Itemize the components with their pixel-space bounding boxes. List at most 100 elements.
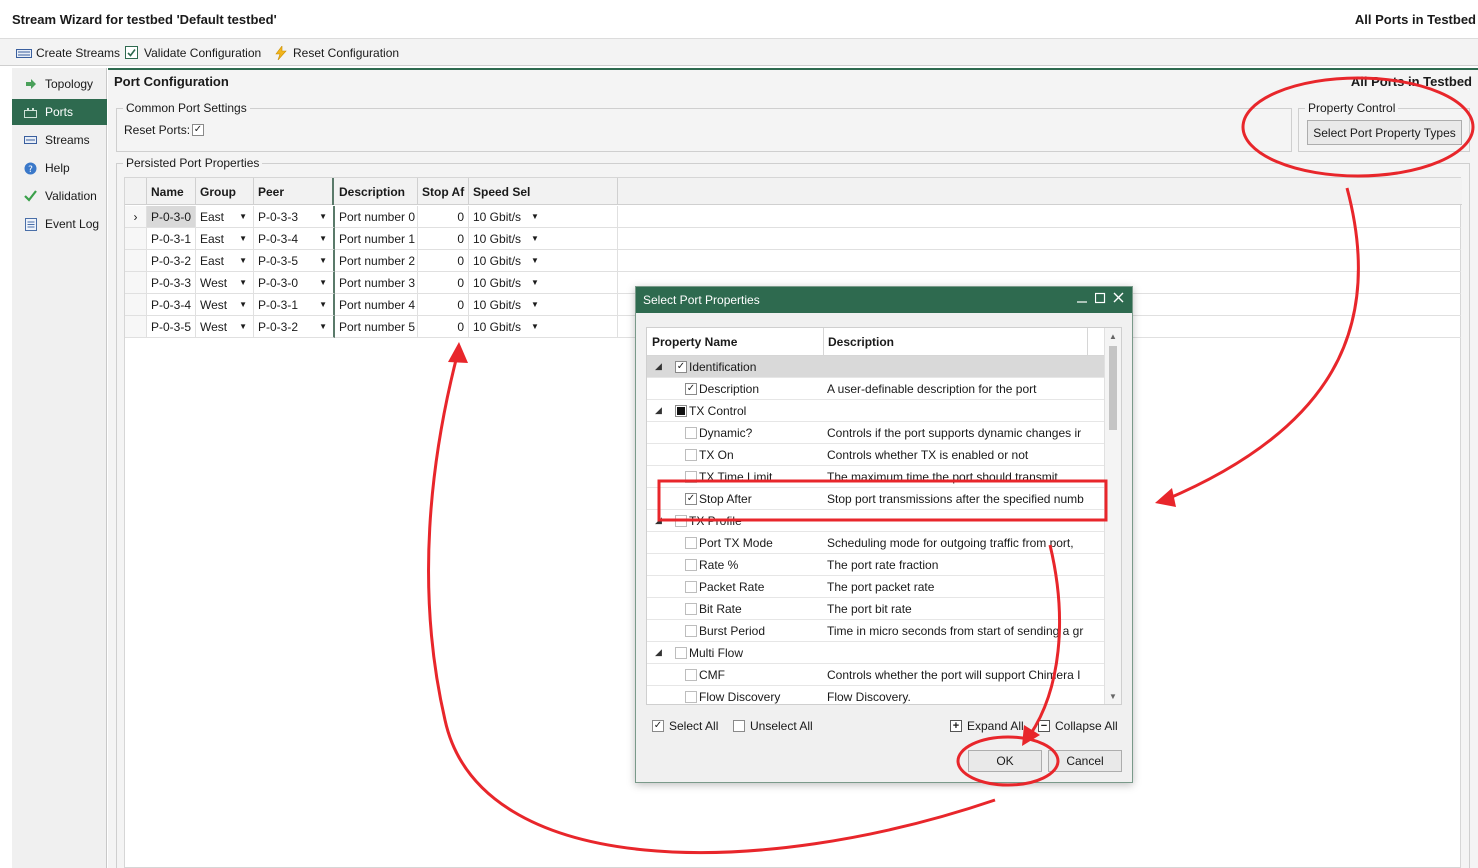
property-checkbox[interactable] xyxy=(685,449,697,461)
table-cell-peer[interactable]: P-0-3-4 ▼ xyxy=(254,228,335,250)
column-header-description[interactable]: Description xyxy=(335,178,418,205)
collapse-arrow-icon[interactable]: ◢ xyxy=(655,515,662,526)
table-cell-description[interactable]: Port number 5 xyxy=(335,316,418,338)
table-cell-name[interactable]: P-0-3-2 xyxy=(147,250,196,272)
table-cell-stop-after[interactable]: 0 xyxy=(418,272,469,294)
select-all-control[interactable]: Select All xyxy=(652,719,718,733)
collapse-arrow-icon[interactable]: ◢ xyxy=(655,361,662,372)
table-cell-stop-after[interactable]: 0 xyxy=(418,228,469,250)
tree-row[interactable]: ◢ Identification xyxy=(647,356,1105,378)
sidebar-item-help[interactable]: ? Help xyxy=(12,155,107,181)
column-header-property-name[interactable]: Property Name xyxy=(652,335,737,349)
tree-row[interactable]: Stop After Stop port transmissions after … xyxy=(647,488,1105,510)
table-cell-peer[interactable]: P-0-3-3 ▼ xyxy=(254,206,335,228)
column-header-name[interactable]: Name xyxy=(147,178,196,205)
property-checkbox[interactable] xyxy=(685,559,697,571)
unselect-all-checkbox[interactable] xyxy=(733,720,745,732)
close-icon[interactable] xyxy=(1113,292,1124,307)
column-header-speed-sel[interactable]: Speed Sel xyxy=(469,178,618,205)
cancel-button[interactable]: Cancel xyxy=(1048,750,1122,772)
table-cell-peer[interactable]: P-0-3-0 ▼ xyxy=(254,272,335,294)
property-checkbox[interactable] xyxy=(675,647,687,659)
table-cell-name[interactable]: P-0-3-5 xyxy=(147,316,196,338)
row-header[interactable] xyxy=(125,250,147,272)
table-cell-speed[interactable]: 10 Gbit/s ▼ xyxy=(469,206,618,228)
table-cell-peer[interactable]: P-0-3-5 ▼ xyxy=(254,250,335,272)
table-cell-speed[interactable]: 10 Gbit/s ▼ xyxy=(469,316,618,338)
sidebar-item-topology[interactable]: Topology xyxy=(12,71,107,97)
dropdown-arrow-icon[interactable]: ▼ xyxy=(319,278,327,287)
tree-row[interactable]: ◢ TX Control xyxy=(647,400,1105,422)
row-header[interactable] xyxy=(125,294,147,316)
unselect-all-control[interactable]: Unselect All xyxy=(733,719,813,733)
property-checkbox[interactable] xyxy=(685,383,697,395)
tree-row[interactable]: Port TX Mode Scheduling mode for outgoing… xyxy=(647,532,1105,554)
minimize-icon[interactable] xyxy=(1077,292,1087,307)
table-cell-group[interactable]: East ▼ xyxy=(196,250,254,272)
property-checkbox[interactable] xyxy=(685,493,697,505)
collapse-arrow-icon[interactable]: ◢ xyxy=(655,405,662,416)
table-cell-description[interactable]: Port number 2 xyxy=(335,250,418,272)
table-cell-group[interactable]: East ▼ xyxy=(196,228,254,250)
property-checkbox[interactable] xyxy=(675,405,687,417)
table-cell-speed[interactable]: 10 Gbit/s ▼ xyxy=(469,228,618,250)
dropdown-arrow-icon[interactable]: ▼ xyxy=(239,234,247,243)
column-header-description[interactable]: Description xyxy=(828,335,894,349)
tree-row[interactable]: TX Time Limit The maximum time the port s… xyxy=(647,466,1105,488)
dropdown-arrow-icon[interactable]: ▼ xyxy=(319,234,327,243)
tree-row[interactable]: Bit Rate The port bit rate xyxy=(647,598,1105,620)
table-cell-speed[interactable]: 10 Gbit/s ▼ xyxy=(469,250,618,272)
dropdown-arrow-icon[interactable]: ▼ xyxy=(531,234,539,243)
tree-row[interactable]: Rate % The port rate fraction xyxy=(647,554,1105,576)
table-cell-description[interactable]: Port number 4 xyxy=(335,294,418,316)
column-header-stop-after[interactable]: Stop Af xyxy=(418,178,469,205)
table-cell-group[interactable]: West ▼ xyxy=(196,316,254,338)
tree-row[interactable]: Flow Discovery Flow Discovery. xyxy=(647,686,1105,704)
table-cell-description[interactable]: Port number 3 xyxy=(335,272,418,294)
table-cell-description[interactable]: Port number 0 xyxy=(335,206,418,228)
sidebar-item-validation[interactable]: Validation xyxy=(12,183,107,209)
table-cell-stop-after[interactable]: 0 xyxy=(418,206,469,228)
select-all-checkbox[interactable] xyxy=(652,720,664,732)
property-checkbox[interactable] xyxy=(685,471,697,483)
tree-row[interactable]: Packet Rate The port packet rate xyxy=(647,576,1105,598)
reset-ports-checkbox[interactable] xyxy=(192,124,204,136)
tree-row[interactable]: Burst Period Time in micro seconds from s… xyxy=(647,620,1105,642)
tree-row[interactable]: TX On Controls whether TX is enabled or n… xyxy=(647,444,1105,466)
dropdown-arrow-icon[interactable]: ▼ xyxy=(319,256,327,265)
scroll-down-icon[interactable]: ▼ xyxy=(1109,692,1117,701)
property-checkbox[interactable] xyxy=(685,669,697,681)
sidebar-item-ports[interactable]: Ports xyxy=(12,99,107,125)
dropdown-arrow-icon[interactable]: ▼ xyxy=(531,278,539,287)
sidebar-item-streams[interactable]: Streams xyxy=(12,127,107,153)
dropdown-arrow-icon[interactable]: ▼ xyxy=(239,322,247,331)
tree-row[interactable]: ◢ Multi Flow xyxy=(647,642,1105,664)
create-streams-button[interactable]: Create Streams xyxy=(16,44,120,62)
tree-scrollbar[interactable]: ▲ ▼ xyxy=(1104,328,1121,704)
dropdown-arrow-icon[interactable]: ▼ xyxy=(239,300,247,309)
property-checkbox[interactable] xyxy=(685,537,697,549)
dropdown-arrow-icon[interactable]: ▼ xyxy=(531,212,539,221)
dropdown-arrow-icon[interactable]: ▼ xyxy=(531,300,539,309)
column-header-peer[interactable]: Peer xyxy=(254,178,334,205)
expand-all-button[interactable]: + Expand All xyxy=(950,719,1024,733)
maximize-icon[interactable] xyxy=(1094,292,1106,307)
tree-row[interactable]: Description A user-definable description … xyxy=(647,378,1105,400)
tree-row[interactable]: ◢ TX Profile xyxy=(647,510,1105,532)
tree-row[interactable]: Dynamic? Controls if the port supports dy… xyxy=(647,422,1105,444)
validate-configuration-button[interactable]: Validate Configuration xyxy=(124,44,261,62)
property-checkbox[interactable] xyxy=(675,515,687,527)
select-port-property-types-button[interactable]: Select Port Property Types xyxy=(1307,120,1462,145)
property-checkbox[interactable] xyxy=(685,691,697,703)
table-cell-name[interactable]: P-0-3-4 xyxy=(147,294,196,316)
table-cell-description[interactable]: Port number 1 xyxy=(335,228,418,250)
table-cell-speed[interactable]: 10 Gbit/s ▼ xyxy=(469,294,618,316)
ok-button[interactable]: OK xyxy=(968,750,1042,772)
tree-row[interactable]: CMF Controls whether the port will suppor… xyxy=(647,664,1105,686)
dropdown-arrow-icon[interactable]: ▼ xyxy=(531,322,539,331)
dropdown-arrow-icon[interactable]: ▼ xyxy=(239,212,247,221)
collapse-arrow-icon[interactable]: ◢ xyxy=(655,647,662,658)
dropdown-arrow-icon[interactable]: ▼ xyxy=(319,212,327,221)
table-cell-speed[interactable]: 10 Gbit/s ▼ xyxy=(469,272,618,294)
dropdown-arrow-icon[interactable]: ▼ xyxy=(531,256,539,265)
